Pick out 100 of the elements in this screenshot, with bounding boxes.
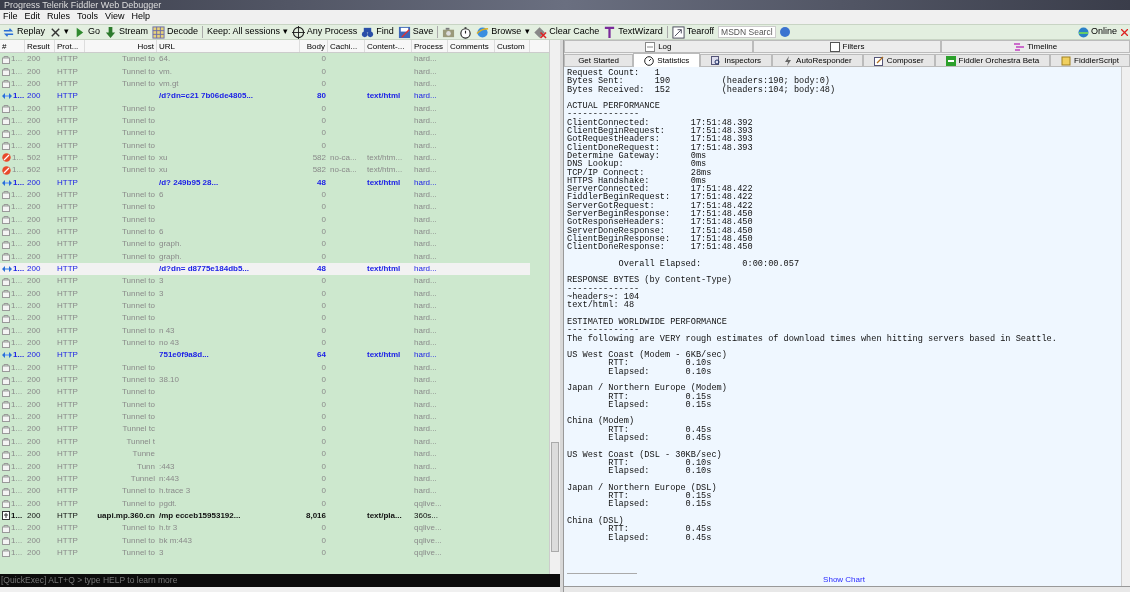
- column-header[interactable]: Body: [300, 40, 328, 52]
- online-button[interactable]: Online: [1078, 25, 1117, 39]
- table-cell: hard...: [414, 165, 437, 175]
- toolbar-button[interactable]: Decode: [152, 25, 199, 39]
- tab[interactable]: AutoResponder: [772, 54, 863, 67]
- tab[interactable]: Composer: [862, 54, 935, 67]
- session-row[interactable]: 1... 200 HTTP /d?dn= d8775e184db5... 48 text/html hard...: [0, 262, 530, 276]
- column-header[interactable]: URL: [157, 40, 300, 52]
- session-row[interactable]: 1... 200 HTTP 751e0f9a8d... 64 text/html hard...: [0, 349, 530, 362]
- table-cell: 1...: [11, 238, 23, 251]
- toolbar-button[interactable]: Find: [361, 25, 394, 39]
- statistics-line: ClientBeginRequest: 17:51:48.393: [567, 127, 753, 136]
- session-row[interactable]: 1... 200 HTTP /d?dn=c21 7b06de4805... 80 text/html hard...: [0, 90, 530, 103]
- toolbar-button[interactable]: Tearoff: [671, 25, 715, 39]
- table-cell: 200: [27, 140, 41, 150]
- toolbar-button[interactable]: Clear Cache: [534, 25, 600, 39]
- table-cell: hard...: [414, 189, 437, 199]
- table-cell: hard...: [414, 276, 437, 286]
- table-cell: 200: [27, 424, 41, 434]
- session-row[interactable]: 1... 200 HTTP /d? 249b95 28... 48 text/html hard...: [0, 176, 530, 189]
- table-cell: 200: [27, 362, 41, 372]
- toolbar-button[interactable]: Go: [73, 25, 101, 39]
- table-cell: 1...: [11, 546, 23, 559]
- table-cell: 0: [321, 189, 326, 199]
- table-cell: 200: [27, 436, 41, 446]
- table-cell: Tunnel to: [121, 140, 155, 150]
- column-header[interactable]: Cachi...: [328, 40, 365, 52]
- table-cell: 1...: [11, 201, 23, 214]
- menu-item[interactable]: Rules: [47, 10, 71, 24]
- table-cell: hard...: [414, 140, 437, 150]
- table-cell: 200: [27, 313, 41, 323]
- tab[interactable]: Timeline: [941, 40, 1130, 53]
- statistics-line: Bytes Received: 152 (headers:104; body:48): [567, 85, 836, 94]
- table-cell: HTTP: [57, 338, 78, 348]
- table-cell: h.tr 3: [159, 523, 178, 533]
- table-cell: Tunnel to: [121, 202, 155, 212]
- table-cell: text/pla...: [367, 510, 402, 520]
- table-cell: 1...: [11, 411, 23, 424]
- table-cell: Tunnel to: [121, 523, 155, 533]
- menu-item[interactable]: Edit: [24, 10, 41, 24]
- table-cell: 200: [27, 350, 41, 360]
- table-cell: n 43: [159, 325, 175, 335]
- table-cell: 582: [312, 152, 326, 162]
- column-header[interactable]: Custom: [495, 40, 530, 52]
- statistics-line: RTT: 0.45s: [608, 525, 712, 534]
- table-cell: 200: [27, 227, 41, 236]
- column-header[interactable]: Host: [85, 40, 157, 52]
- table-cell: Tunne: [132, 449, 155, 459]
- table-cell: 200: [27, 375, 41, 385]
- column-header[interactable]: Result: [25, 40, 55, 52]
- toolbar-button[interactable]: Browse: [476, 25, 522, 39]
- toolbar-button[interactable]: Save: [397, 25, 434, 39]
- tab[interactable]: Fiddler Orchestra Beta: [934, 54, 1051, 67]
- table-cell: hard...: [414, 239, 437, 249]
- table-cell: 1...: [11, 534, 23, 547]
- table-cell: HTTP: [57, 276, 78, 286]
- menu-item[interactable]: Help: [131, 10, 150, 24]
- table-cell: 1...: [11, 460, 23, 473]
- session-row[interactable]: 1... 200 HTTP uapi.mp.360.cn /mp ecceb15953192... 8,016 text/pla... 360s...: [0, 509, 530, 523]
- column-header[interactable]: #: [0, 40, 25, 52]
- table-cell: 0: [321, 239, 326, 249]
- column-header[interactable]: Process: [412, 40, 448, 52]
- toolbar-button[interactable]: Keep: All sessions ▾: [207, 25, 288, 39]
- table-cell: HTTP: [57, 399, 78, 409]
- tab[interactable]: FiddlerScript: [1050, 54, 1130, 67]
- column-header[interactable]: Comments: [448, 40, 495, 52]
- table-cell: 1...: [11, 226, 23, 238]
- toolbar-button[interactable]: Stream: [104, 25, 149, 39]
- search-field[interactable]: MSDN Searcl: [718, 26, 777, 38]
- toolbar-button[interactable]: TextWizard: [603, 25, 663, 39]
- quickexec-bar[interactable]: [QuickExec] ALT+Q > type HELP to learn more: [0, 574, 560, 587]
- tab[interactable]: Log: [564, 40, 753, 53]
- column-header[interactable]: Prot...: [55, 40, 85, 52]
- table-cell: hard...: [414, 473, 437, 483]
- table-cell: 0: [321, 301, 326, 311]
- tab[interactable]: Get Started: [564, 54, 634, 67]
- statistics-line: ACTUAL PERFORMANCE: [567, 102, 660, 111]
- column-header[interactable]: Content-...: [365, 40, 412, 52]
- menu-item[interactable]: File: [3, 10, 18, 24]
- tab[interactable]: Statistics: [633, 53, 701, 67]
- tab[interactable]: Filters: [752, 40, 942, 53]
- table-cell: 200: [27, 547, 41, 557]
- show-chart-link[interactable]: Show Chart: [823, 575, 865, 585]
- table-cell: HTTP: [57, 523, 78, 533]
- table-cell: qqlive...: [414, 523, 442, 533]
- tab[interactable]: Inspectors: [700, 54, 773, 67]
- menu-item[interactable]: View: [105, 10, 125, 24]
- table-cell: 8,016: [305, 510, 326, 520]
- menu-item[interactable]: Tools: [77, 10, 99, 24]
- table-cell: bk m:443: [159, 535, 192, 545]
- toolbar-button[interactable]: Replay: [2, 25, 45, 39]
- table-cell: HTTP: [57, 313, 78, 323]
- table-cell: hard...: [414, 202, 437, 212]
- toolbar-button[interactable]: ▾: [49, 25, 69, 39]
- toolbar-button[interactable]: ▾: [525, 25, 531, 39]
- table-cell: Tunnel to: [121, 325, 155, 335]
- toolbar-button[interactable]: Any Process: [291, 25, 358, 39]
- table-cell: 0: [321, 103, 326, 113]
- table-cell: hard...: [414, 338, 437, 348]
- table-cell: 1...: [11, 188, 23, 201]
